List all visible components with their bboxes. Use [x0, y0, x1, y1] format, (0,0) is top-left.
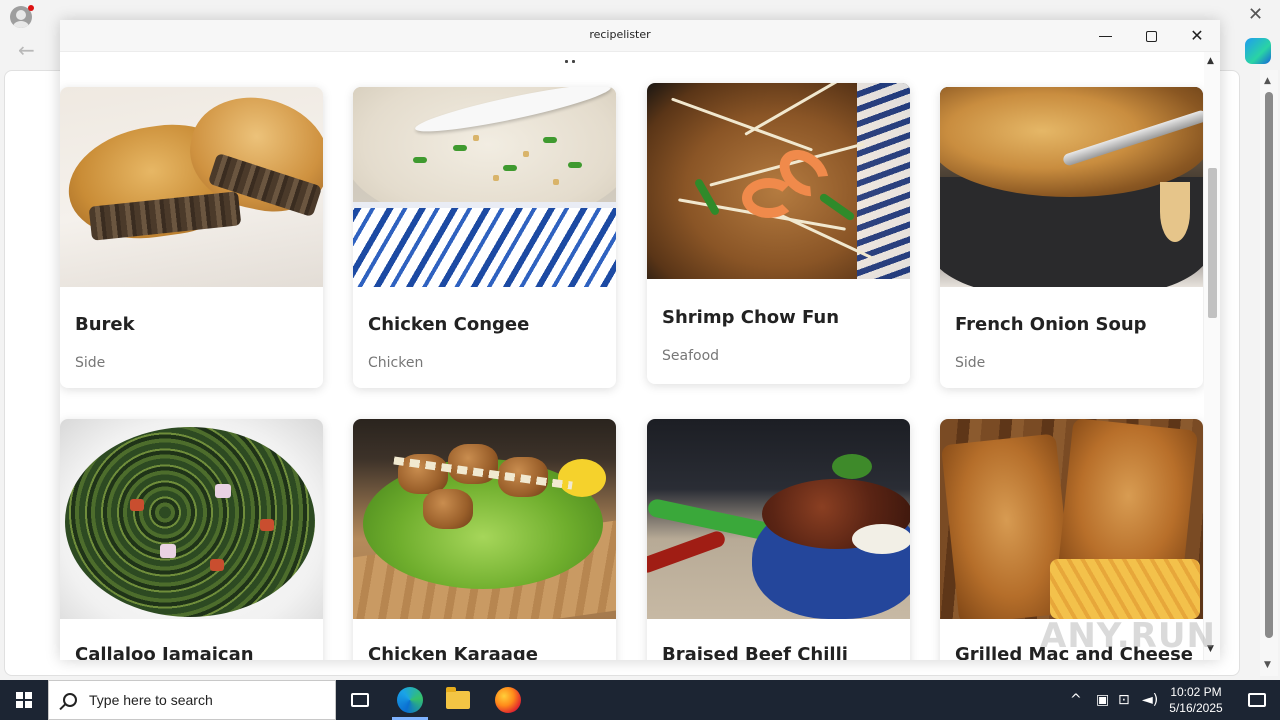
task-view-button[interactable]: [336, 680, 384, 720]
copilot-icon[interactable]: [1245, 38, 1271, 64]
window-title: recipelister: [589, 28, 651, 41]
recipelister-window: recipelister ✕ Burek Side Chicken Congee…: [60, 20, 1220, 660]
scrollbar-thumb[interactable]: [1265, 92, 1273, 638]
notification-dot: [28, 5, 34, 11]
recipe-title: Burek: [75, 314, 135, 335]
recipe-title: French Onion Soup: [955, 314, 1147, 335]
recipe-image: [940, 87, 1203, 287]
recipe-title: Shrimp Chow Fun: [662, 307, 840, 328]
recipe-image: [60, 87, 323, 287]
close-button[interactable]: ✕: [1174, 20, 1220, 52]
notifications-button[interactable]: [1234, 680, 1280, 720]
close-icon[interactable]: ✕: [1248, 4, 1263, 25]
recipe-card[interactable]: Chicken Karaage: [353, 419, 616, 660]
minimize-icon: [1098, 35, 1112, 37]
watermark: ANY.RUN: [1040, 616, 1216, 656]
clock-date: 5/16/2025: [1169, 701, 1223, 715]
search-placeholder: Type here to search: [89, 692, 213, 708]
scroll-up-icon[interactable]: ▲: [1264, 76, 1271, 86]
recipe-category: Chicken: [368, 355, 424, 371]
browser-scrollbar[interactable]: ▲ ▼: [1260, 70, 1278, 676]
task-view-icon: [351, 693, 369, 707]
close-icon: ✕: [1190, 26, 1204, 45]
windows-logo-icon: [16, 692, 32, 708]
firefox-taskbar-button[interactable]: [484, 680, 532, 720]
title-bar[interactable]: recipelister ✕: [60, 20, 1220, 52]
search-icon: [63, 693, 77, 707]
edge-icon: [397, 687, 423, 713]
scrollbar-thumb[interactable]: [1208, 168, 1217, 318]
clipped-heading: [565, 60, 577, 64]
scroll-down-icon[interactable]: ▼: [1264, 660, 1271, 670]
file-explorer-button[interactable]: [434, 680, 482, 720]
recipe-card[interactable]: Braised Beef Chilli: [647, 419, 910, 660]
recipe-image: [60, 419, 323, 619]
firefox-icon: [495, 687, 521, 713]
recipe-title: Chicken Karaage: [368, 644, 538, 660]
edge-taskbar-button[interactable]: [386, 680, 434, 720]
recipe-title: Chicken Congee: [368, 314, 530, 335]
recipe-image: [940, 419, 1203, 619]
back-arrow-icon[interactable]: ←: [18, 38, 35, 62]
recipe-card[interactable]: Shrimp Chow Fun Seafood: [647, 83, 910, 384]
recipe-card[interactable]: French Onion Soup Side: [940, 87, 1203, 388]
notification-icon: [1248, 693, 1266, 707]
volume-icon[interactable]: ◄): [1142, 680, 1158, 720]
recipe-grid: Burek Side Chicken Congee Chicken Shrimp…: [60, 52, 1220, 660]
taskbar: Type here to search ^ ▣ ⊡ ◄) 10:02 PM 5/…: [0, 680, 1280, 720]
recipe-image: [647, 419, 910, 619]
recipe-category: Seafood: [662, 348, 720, 364]
recipe-title: Callaloo Jamaican: [75, 644, 254, 660]
network-icon[interactable]: ⊡: [1118, 680, 1130, 720]
recipe-image: [353, 87, 616, 287]
clock-time: 10:02 PM: [1170, 685, 1222, 699]
recipe-title: Braised Beef Chilli: [662, 644, 848, 660]
recipe-image: [353, 419, 616, 619]
app-scrollbar[interactable]: ▲ ▼: [1204, 52, 1220, 660]
tray-device-icon[interactable]: ▣: [1096, 680, 1109, 720]
minimize-button[interactable]: [1082, 20, 1128, 52]
show-hidden-icons-button[interactable]: ^: [1070, 680, 1082, 720]
taskbar-clock[interactable]: 10:02 PM 5/16/2025: [1166, 684, 1226, 716]
maximize-icon: [1145, 30, 1157, 42]
recipe-category: Side: [75, 355, 106, 371]
recipe-card[interactable]: Callaloo Jamaican: [60, 419, 323, 660]
scroll-up-icon[interactable]: ▲: [1207, 56, 1214, 66]
recipe-card[interactable]: Burek Side: [60, 87, 323, 388]
recipe-category: Side: [955, 355, 986, 371]
recipe-image: [647, 83, 910, 279]
start-button[interactable]: [0, 680, 48, 720]
recipe-card[interactable]: Chicken Congee Chicken: [353, 87, 616, 388]
maximize-button[interactable]: [1128, 20, 1174, 52]
taskbar-search[interactable]: Type here to search: [48, 680, 336, 720]
folder-icon: [446, 687, 470, 709]
